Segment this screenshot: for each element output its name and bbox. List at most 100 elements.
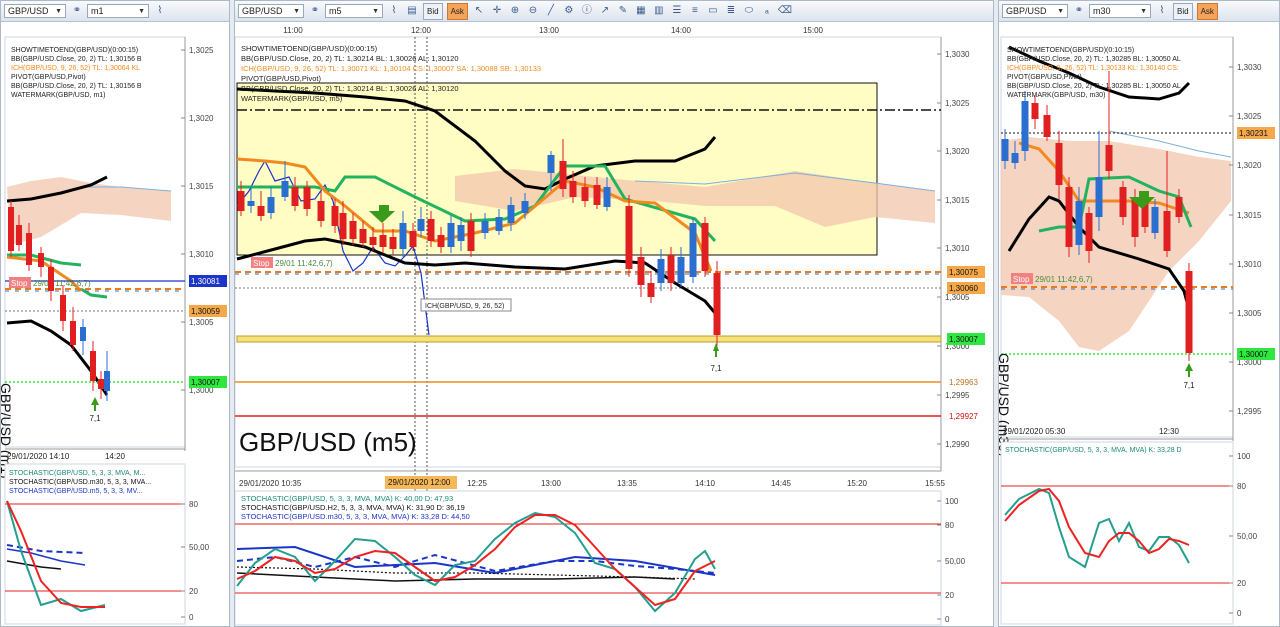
stoch-tick: 0 bbox=[189, 613, 194, 622]
stop-label: Stop bbox=[253, 259, 270, 268]
time-label: 29/01/2020 14:10 bbox=[7, 452, 70, 461]
m5-candle bbox=[303, 187, 311, 209]
price-tag: 1,30007 bbox=[191, 378, 220, 387]
m5-candle bbox=[257, 206, 265, 216]
stoch-tick: 100 bbox=[1237, 452, 1251, 461]
m5-candle bbox=[331, 206, 339, 226]
stoch-tick: 20 bbox=[945, 591, 954, 600]
m5-candle bbox=[603, 187, 611, 207]
time-label: 13:35 bbox=[617, 479, 638, 488]
price-tick: 1,3020 bbox=[945, 147, 970, 156]
m5-candle bbox=[689, 223, 697, 277]
overlay-label: SHOWTIMETOEND(GBP/USD)(0:00:15) bbox=[241, 44, 378, 53]
m1-candle bbox=[104, 371, 110, 391]
m5-candle bbox=[647, 283, 655, 297]
stoch-tick: 0 bbox=[1237, 609, 1242, 618]
m5-candle bbox=[389, 237, 397, 249]
m5-candle bbox=[547, 155, 555, 173]
m30-candle bbox=[1151, 207, 1159, 233]
m30-candle bbox=[1185, 271, 1193, 353]
cursor-time: 29/01/2020 12:00 bbox=[388, 478, 451, 487]
m30-candle bbox=[1055, 143, 1063, 185]
price-tick: 1,3010 bbox=[1237, 260, 1262, 269]
time-label: 12:25 bbox=[467, 479, 488, 488]
time-label: 14:45 bbox=[771, 479, 792, 488]
target-band bbox=[236, 335, 942, 343]
m5-candle bbox=[409, 231, 417, 247]
stoch-label: STOCHASTIC(GBP/USD.m5, 5, 3, 3, MV... bbox=[9, 488, 142, 495]
m5-candle bbox=[281, 181, 289, 197]
overlay-label: ICH(GBP/USD, 9, 26, 52) TL: 1,30071 KL: … bbox=[241, 64, 541, 73]
m30-candle bbox=[1075, 201, 1083, 245]
m5-candle bbox=[267, 197, 275, 213]
stoch-tick: 50,00 bbox=[189, 543, 210, 552]
m30-candle bbox=[1105, 145, 1113, 171]
m5-candle bbox=[417, 219, 425, 231]
m30-candle bbox=[1001, 139, 1009, 161]
chart-window-m30[interactable]: GBP/USD ▼ ⚭ m30 ▼ ⌇ Bid Ask Stop 29/01 11:4… bbox=[998, 0, 1280, 627]
chart-m1: Stop29/01 11:42,6,7)7,1GBP/USD (m1)SHOWT… bbox=[1, 36, 227, 625]
time-label: 15:20 bbox=[847, 479, 868, 488]
stop-label: Stop bbox=[11, 279, 28, 288]
price-tag: 1,30075 bbox=[949, 268, 978, 277]
price-tick: 1,3010 bbox=[945, 244, 970, 253]
m30-candle bbox=[1043, 115, 1051, 137]
m1-candle bbox=[48, 267, 54, 291]
top-time-label: 15:00 bbox=[803, 26, 824, 35]
stoch-tick: 50,00 bbox=[1237, 532, 1258, 541]
chart-window-m1[interactable]: GBP/USD ▼ ⚭ m1 ▼ ⌇ Stop 29/01 11:42,6,7) 7,1… bbox=[0, 0, 230, 627]
stoch-tick: 20 bbox=[189, 587, 198, 596]
price-tick: 1,3025 bbox=[1237, 112, 1262, 121]
top-time-label: 11:00 bbox=[283, 26, 303, 35]
overlay-label: BB(GBP/USD.Close, 20, 2) TL: 1,30285 BL:… bbox=[1007, 83, 1181, 90]
m5-candle bbox=[593, 185, 601, 205]
m5-candle bbox=[237, 191, 245, 211]
m1-candle bbox=[70, 321, 76, 345]
top-time-label: 12:00 bbox=[411, 26, 432, 35]
time-label: 14:20 bbox=[105, 452, 126, 461]
price-tick: 1,3005 bbox=[189, 318, 214, 327]
m5-candle bbox=[495, 217, 503, 231]
m5-candle bbox=[447, 223, 455, 247]
overlay-label: BB(GBP/USD.Close, 20, 2) TL: 1,30214 BL:… bbox=[241, 84, 459, 93]
watermark-text: GBP/USD (m5) bbox=[239, 427, 417, 457]
stoch-label: STOCHASTIC(GBP/USD, 5, 3, 3, MVA, MVA) K… bbox=[241, 494, 453, 503]
overlay-label: SHOWTIMETOEND(GBP/USD)(0:10:15) bbox=[1007, 47, 1134, 54]
price-tag: 1,30060 bbox=[949, 284, 978, 293]
m5-candle bbox=[427, 219, 435, 241]
stoch-tick: 80 bbox=[1237, 482, 1246, 491]
price-tick: 1,3015 bbox=[945, 196, 970, 205]
overlay-label: BB(GBP/USD.Close, 20, 2) TL: 1,30285 BL:… bbox=[1007, 56, 1181, 63]
price-tick: 1,2990 bbox=[945, 440, 970, 449]
m5-candle bbox=[677, 257, 685, 283]
m5-candle bbox=[507, 205, 515, 223]
m5-candle bbox=[317, 201, 325, 221]
price-tag: 1,29927 bbox=[949, 412, 978, 421]
time-label: 13:00 bbox=[541, 479, 562, 488]
price-tick: 1,3010 bbox=[189, 250, 214, 259]
m30-candle bbox=[1163, 211, 1171, 251]
m30-candle bbox=[1095, 177, 1103, 217]
m30-candle bbox=[1011, 153, 1019, 163]
price-tick: 1,3025 bbox=[189, 46, 214, 55]
stop-label: Stop bbox=[1013, 275, 1030, 284]
stop-text: 29/01 11:42,6,7) bbox=[275, 259, 333, 268]
overlay-label: WATERMARK(GBP/USD, m30) bbox=[1007, 92, 1105, 99]
top-time-label: 14:00 bbox=[671, 26, 692, 35]
chart-window-m5[interactable]: GBP/USD ▼ ⚭ m5 ▼ ⌇ ▤ Bid Ask ↖ ✛ ⊕ ⊖ ╱ ⚙ ⓘ… bbox=[234, 0, 994, 627]
m1-candle bbox=[8, 207, 14, 251]
m5-candle bbox=[359, 229, 367, 243]
overlay-label: WATERMARK(GBP/USD, m5) bbox=[241, 94, 343, 103]
m30-candle bbox=[1175, 197, 1183, 217]
stoch-label: STOCHASTIC(GBP/USD.H2, 5, 3, 3, MVA, MVA… bbox=[241, 503, 465, 512]
chart-m30: Stop 29/01 11:42,6,7) 7,1 GBP/USD (m30) SHOW… bbox=[999, 36, 1275, 625]
m1-candle bbox=[26, 233, 32, 265]
m5-candle bbox=[247, 201, 255, 206]
stoch-tick: 80 bbox=[945, 521, 954, 530]
overlay-label: PIVOT(GBP/USD,Pivot) bbox=[11, 74, 86, 81]
price-tick: 1,3005 bbox=[945, 293, 970, 302]
overlay-label: BB(GBP/USD.Close, 20, 2) TL: 1,30156 B bbox=[11, 56, 142, 63]
m1-candle bbox=[80, 327, 86, 341]
m30-candle bbox=[1085, 213, 1093, 251]
m5-candle bbox=[437, 235, 445, 247]
